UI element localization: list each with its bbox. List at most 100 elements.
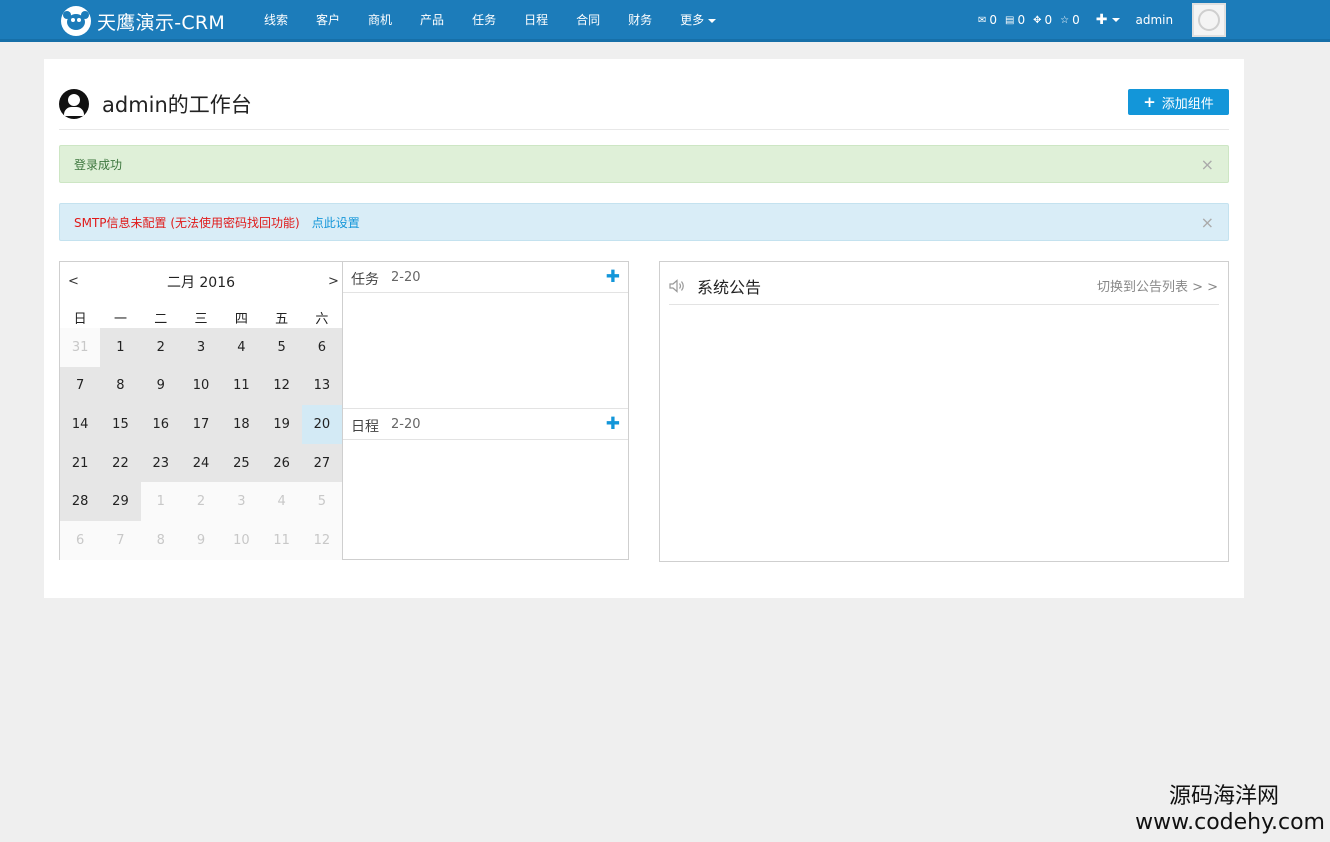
monkey-logo-icon — [61, 6, 91, 36]
calendar-day[interactable]: 1 — [100, 328, 141, 367]
announcement-title: 系统公告 — [697, 278, 762, 297]
calendar-day[interactable]: 26 — [261, 443, 302, 483]
close-icon[interactable]: × — [1201, 155, 1214, 174]
calendar-day[interactable]: 9 — [180, 520, 222, 560]
watermark-cn: 源码海洋网 — [1168, 784, 1279, 809]
nav-more-label: 更多 — [680, 13, 705, 27]
calendar-day[interactable]: 12 — [301, 520, 343, 560]
calendar-day[interactable]: 8 — [100, 366, 141, 406]
calendar-weekdays: 日 一 二 三 四 五 六 — [60, 308, 342, 327]
login-success-alert: 登录成功 × — [59, 145, 1229, 183]
calendar-day[interactable]: 22 — [100, 443, 141, 483]
calendar-day-today[interactable]: 20 — [301, 405, 343, 444]
user-menu[interactable]: admin — [1136, 13, 1174, 27]
weekday-label: 三 — [194, 312, 208, 327]
add-schedule-button[interactable]: ✚ — [606, 414, 620, 434]
weekday-label: 六 — [315, 312, 329, 327]
divider — [59, 129, 1229, 130]
nav-item-leads[interactable]: 线索 — [250, 0, 302, 40]
mail-icon: ✉ — [978, 14, 987, 26]
calendar-day[interactable]: 10 — [180, 366, 222, 406]
add-task-button[interactable]: ✚ — [606, 267, 620, 287]
star-icon: ☆ — [1060, 14, 1070, 26]
plus-icon: ✚ — [1095, 12, 1108, 28]
calendar-day[interactable]: 13 — [301, 366, 343, 406]
calendar-next-button[interactable]: > — [328, 274, 339, 289]
nav-item-contracts[interactable]: 合同 — [562, 0, 614, 40]
calendar-day[interactable]: 4 — [221, 328, 262, 367]
calendar-day[interactable]: 14 — [60, 405, 101, 444]
brand-name: 天鹰演示-CRM — [97, 11, 226, 34]
calendar-day[interactable]: 11 — [261, 520, 302, 560]
calendar-day[interactable]: 5 — [261, 328, 302, 367]
calendar-day[interactable]: 16 — [140, 405, 181, 444]
task-header: 任务 2-20 ✚ — [343, 262, 628, 293]
calendar-day[interactable]: 11 — [221, 366, 262, 406]
schedule-label: 日程 — [351, 419, 379, 435]
caret-down-icon — [708, 18, 717, 23]
nav-item-opportunities[interactable]: 商机 — [354, 0, 406, 40]
star-counter[interactable]: ☆ 0 — [1060, 13, 1080, 27]
calendar-day[interactable]: 5 — [301, 482, 343, 521]
announcement-list-link[interactable]: 切换到公告列表 > > — [1097, 276, 1218, 295]
mail-counter[interactable]: ✉ 0 — [978, 13, 997, 27]
add-widget-label: 添加组件 — [1161, 96, 1214, 112]
calendar-day[interactable]: 15 — [100, 405, 141, 444]
brand[interactable]: 天鹰演示-CRM — [61, 6, 225, 36]
close-icon[interactable]: × — [1201, 213, 1214, 232]
calendar-day[interactable]: 9 — [140, 366, 181, 406]
calendar-day[interactable]: 3 — [180, 328, 222, 367]
calendar-day[interactable]: 2 — [140, 328, 181, 367]
weekday-label: 五 — [275, 312, 289, 327]
nav-right: ✉ 0 ▤ 0 ✥ 0 ☆ 0 ✚ admin — [978, 0, 1173, 40]
calendar-day[interactable]: 6 — [60, 520, 101, 560]
calendar-day[interactable]: 17 — [180, 405, 222, 444]
calendar-day[interactable]: 10 — [221, 520, 262, 560]
mail-count: 0 — [989, 13, 998, 27]
calendar-day[interactable]: 23 — [140, 443, 181, 483]
calendar-day[interactable]: 29 — [100, 482, 141, 521]
calendar-day[interactable]: 28 — [60, 482, 101, 521]
schedule-date: 2-20 — [391, 417, 421, 432]
target-icon: ✥ — [1033, 14, 1042, 26]
weekday-label: 二 — [154, 312, 168, 327]
calendar-day[interactable]: 24 — [180, 443, 222, 483]
calendar-day[interactable]: 19 — [261, 405, 302, 444]
nav-item-customers[interactable]: 客户 — [302, 0, 354, 40]
weekday-label: 一 — [113, 312, 127, 327]
calendar-day[interactable]: 31 — [60, 328, 101, 367]
nav-item-products[interactable]: 产品 — [406, 0, 458, 40]
calendar-day[interactable]: 2 — [180, 482, 222, 521]
avatar[interactable] — [1192, 3, 1226, 37]
target-counter[interactable]: ✥ 0 — [1033, 13, 1052, 27]
nav-item-finance[interactable]: 财务 — [614, 0, 666, 40]
calendar-day[interactable]: 6 — [301, 328, 343, 367]
calendar-day[interactable]: 3 — [221, 482, 262, 521]
nav-item-tasks[interactable]: 任务 — [458, 0, 510, 40]
calendar-day[interactable]: 27 — [301, 443, 343, 483]
calendar-day[interactable]: 1 — [140, 482, 181, 521]
calendar-widget: < 二月 2016 > 日 一 二 三 四 五 六 31 1 2 3 4 5 6 7 8 9 10 1… — [59, 261, 343, 560]
calendar-day[interactable]: 12 — [261, 366, 302, 406]
calendar-day[interactable]: 25 — [221, 443, 262, 483]
speaker-icon — [669, 279, 684, 293]
message-icon: ▤ — [1005, 14, 1015, 26]
weekday-label: 日 — [73, 312, 87, 327]
quick-add-menu[interactable]: ✚ — [1096, 12, 1120, 28]
smtp-settings-link[interactable]: 点此设置 — [312, 214, 360, 231]
smtp-alert: SMTP信息未配置 (无法使用密码找回功能) 点此设置 × — [59, 203, 1229, 241]
page-title: admin的工作台 — [102, 93, 252, 117]
calendar-day[interactable]: 8 — [140, 520, 181, 560]
main-nav: 线索 客户 商机 产品 任务 日程 合同 财务 更多 — [250, 0, 730, 40]
message-counter[interactable]: ▤ 0 — [1005, 13, 1025, 27]
calendar-day[interactable]: 18 — [221, 405, 262, 444]
calendar-day[interactable]: 21 — [60, 443, 101, 483]
nav-item-schedule[interactable]: 日程 — [510, 0, 562, 40]
nav-item-more[interactable]: 更多 — [666, 0, 730, 40]
calendar-day[interactable]: 7 — [60, 366, 101, 406]
calendar-day[interactable]: 4 — [261, 482, 302, 521]
target-count: 0 — [1044, 13, 1053, 27]
add-widget-button[interactable]: + 添加组件 — [1128, 89, 1229, 115]
task-label: 任务 — [351, 272, 379, 288]
calendar-day[interactable]: 7 — [100, 520, 141, 560]
